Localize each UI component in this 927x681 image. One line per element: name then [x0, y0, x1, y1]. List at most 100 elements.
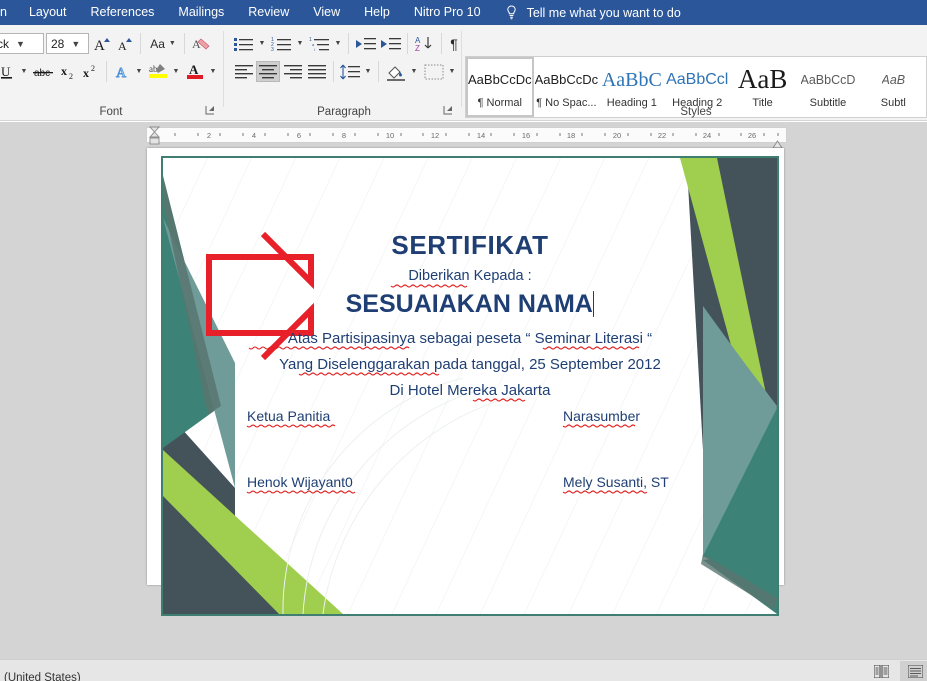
shading-dropdown[interactable]: ▼ [408, 61, 420, 82]
increase-indent-button[interactable] [379, 33, 403, 54]
ribbon-tab-strip: n Layout References Mailings Review View… [0, 0, 927, 25]
align-right-button[interactable] [281, 61, 305, 82]
bullets-dropdown[interactable]: ▼ [256, 33, 268, 54]
borders-dropdown[interactable]: ▼ [446, 61, 458, 82]
svg-text:x: x [83, 66, 89, 80]
ribbon-group-font: ck ▼ 28 ▼ A A Aa ▼ A U ▼ abc x 2 x 2 A ▼… [0, 25, 222, 121]
text-effects-button[interactable]: A [112, 61, 134, 82]
svg-text:6: 6 [297, 131, 301, 140]
tell-me-box[interactable]: Tell me what you want to do [493, 5, 681, 20]
language-status[interactable]: (United States) [4, 672, 81, 681]
certificate-canvas[interactable]: SERTIFIKAT Diberikan Kepada : SESUAIAKAN… [161, 156, 779, 616]
grow-font-button[interactable]: A [92, 33, 114, 54]
svg-text:10: 10 [386, 131, 394, 140]
ribbon-tab-view[interactable]: View [301, 0, 352, 25]
text-cursor [592, 291, 595, 317]
paragraph-dialog-launcher[interactable] [442, 105, 454, 117]
status-bar: (United States) [0, 659, 927, 681]
styles-group-label: Styles [680, 106, 712, 118]
underline-dropdown[interactable]: ▼ [18, 61, 30, 82]
ribbon-tab-nitro-pro[interactable]: Nitro Pro 10 [402, 0, 493, 25]
justify-button[interactable] [305, 61, 329, 82]
svg-text:A: A [94, 38, 105, 52]
font-color-dropdown[interactable]: ▼ [207, 61, 219, 82]
sort-button[interactable]: AZ [413, 33, 437, 54]
svg-text:A: A [192, 37, 201, 51]
lightbulb-icon [505, 5, 518, 20]
svg-text:x: x [61, 64, 67, 78]
font-name-value: ck [0, 36, 9, 51]
svg-text:ab: ab [149, 64, 158, 74]
text-highlight-color-button[interactable]: ab [147, 61, 171, 82]
multilevel-list-dropdown[interactable]: ▼ [332, 33, 344, 54]
shrink-font-button[interactable]: A [115, 33, 137, 54]
font-size-value: 28 [51, 36, 65, 51]
numbering-dropdown[interactable]: ▼ [294, 33, 306, 54]
tell-me-label: Tell me what you want to do [526, 5, 681, 20]
change-case-button[interactable]: Aa ▼ [146, 33, 180, 54]
align-left-button[interactable] [232, 61, 256, 82]
svg-text:2: 2 [91, 64, 95, 73]
decrease-indent-button[interactable] [354, 33, 378, 54]
underline-button[interactable]: U [0, 61, 18, 82]
strikethrough-button[interactable]: abc [32, 61, 56, 82]
svg-text:abc: abc [34, 68, 50, 79]
font-group-label: Font [99, 106, 123, 118]
style-preview: AaBbCcDc [468, 72, 532, 87]
line-spacing-button[interactable] [338, 61, 362, 82]
svg-text:14: 14 [477, 131, 485, 140]
signature-left-role: Ketua Panitia [247, 408, 331, 424]
horizontal-ruler[interactable]: 24 68 10 12 14 16 18 20 22 24 26 [146, 127, 787, 143]
certificate-recipient-name: SESUAIAKAN NAMA [163, 290, 777, 319]
borders-button[interactable] [422, 61, 446, 82]
subscript-button[interactable]: x2 [58, 61, 80, 82]
document-page[interactable]: SERTIFIKAT Diberikan Kepada : SESUAIAKAN… [147, 148, 784, 616]
certificate-line-1: Atas Partisipasinya sebagai peseta “ Sem… [287, 330, 653, 347]
web-layout-view-button[interactable] [900, 661, 927, 681]
paragraph-group-label: Paragraph [317, 106, 371, 118]
certificate-line-3: Di Hotel Mereka Jakarta [389, 382, 551, 399]
svg-text:22: 22 [658, 131, 666, 140]
font-size-combo[interactable]: 28 ▼ [46, 33, 89, 54]
indent-marker-left[interactable] [148, 124, 161, 146]
chevron-down-icon[interactable]: ▼ [13, 39, 28, 49]
clear-formatting-button[interactable]: A [190, 33, 214, 54]
indent-marker-right[interactable] [771, 136, 784, 149]
ribbon-group-paragraph: ▼ 123 ▼ 1ai ▼ AZ ¶ ▼ ▼ ▼ Paragraph [228, 25, 460, 121]
ribbon-tab-layout[interactable]: Layout [17, 0, 79, 25]
print-layout-view-button[interactable] [866, 661, 896, 681]
shading-button[interactable] [384, 61, 408, 82]
certificate-text-block[interactable]: SERTIFIKAT Diberikan Kepada : SESUAIAKAN… [163, 158, 777, 614]
style-preview: AaBbCcDc [534, 72, 599, 87]
style-preview: AaBbC [601, 69, 662, 91]
font-name-combo[interactable]: ck ▼ [0, 33, 44, 54]
line-spacing-dropdown[interactable]: ▼ [362, 61, 374, 82]
ribbon-tab-help[interactable]: Help [352, 0, 402, 25]
certificate-title: SERTIFIKAT [391, 230, 549, 260]
ribbon-tab-references[interactable]: References [78, 0, 166, 25]
svg-text:Z: Z [415, 44, 420, 52]
style-preview: AaB [881, 73, 906, 87]
text-highlight-dropdown[interactable]: ▼ [170, 61, 182, 82]
numbering-button[interactable]: 123 [270, 33, 294, 54]
svg-text:U: U [1, 64, 11, 79]
chevron-down-icon[interactable]: ▼ [68, 39, 83, 49]
svg-text:16: 16 [522, 131, 530, 140]
svg-text:2: 2 [69, 72, 73, 81]
ribbon-tab-0[interactable]: n [0, 0, 17, 25]
svg-text:A: A [116, 66, 127, 81]
pilcrow-icon: ¶ [450, 35, 458, 52]
recipient-name-text: SESUAIAKAN NAMA [345, 290, 593, 318]
signature-right-name: Mely Susanti, ST [563, 474, 669, 490]
multilevel-list-button[interactable]: 1ai [308, 33, 332, 54]
svg-text:8: 8 [342, 131, 346, 140]
superscript-button[interactable]: x2 [80, 61, 102, 82]
align-center-button[interactable] [256, 61, 280, 82]
font-color-button[interactable]: A [184, 61, 208, 82]
signature-left-name: Henok Wijayant0 [247, 474, 353, 490]
bullets-button[interactable] [232, 33, 256, 54]
ribbon-tab-mailings[interactable]: Mailings [166, 0, 236, 25]
text-effects-dropdown[interactable]: ▼ [133, 61, 145, 82]
ribbon-tab-review[interactable]: Review [236, 0, 301, 25]
font-dialog-launcher[interactable] [204, 105, 216, 117]
